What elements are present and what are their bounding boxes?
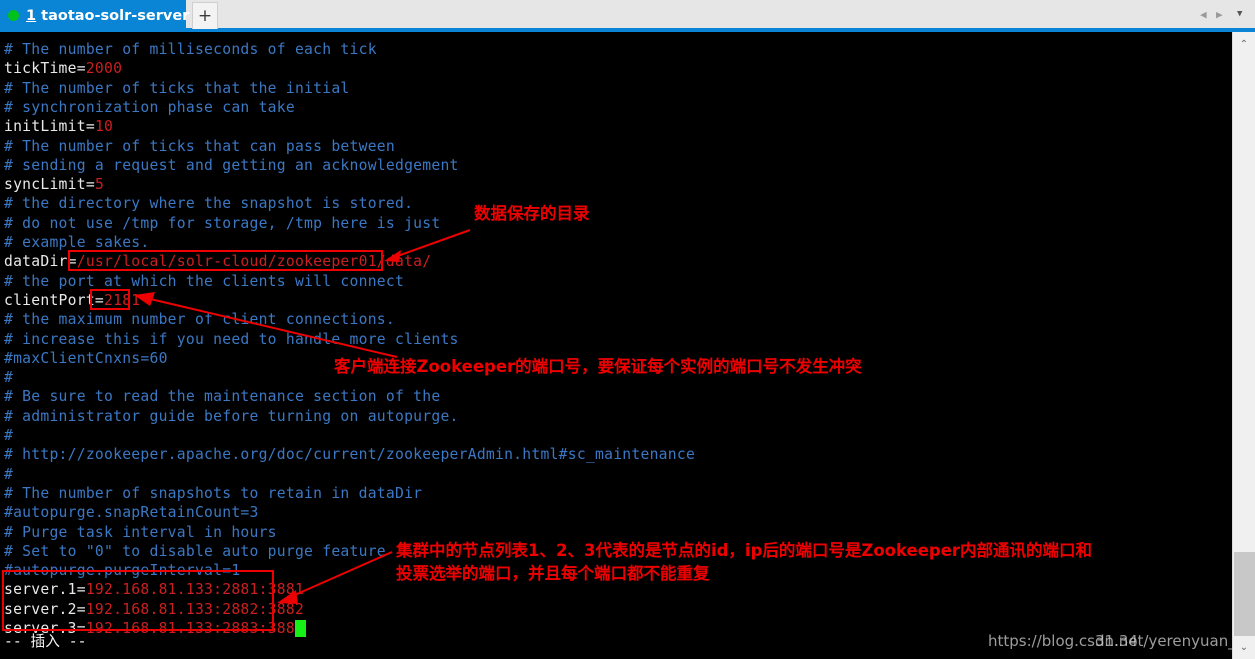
terminal-comment: # The number of ticks that can pass betw…	[4, 137, 395, 155]
terminal-comment: #	[4, 465, 14, 483]
terminal-comment: #	[4, 427, 14, 444]
scroll-up-icon[interactable]: ⌃	[1233, 34, 1255, 54]
terminal-line: # do not use /tmp for storage, /tmp here…	[4, 214, 440, 233]
annotation-servers-line2: 投票选举的端口，并且每个端口都不能重复	[396, 564, 710, 583]
terminal-line: #autopurge.snapRetainCount=3	[4, 503, 259, 522]
terminal-line: # The number of ticks that the initial	[4, 79, 350, 98]
terminal-comment: # the port at which the clients will con…	[4, 272, 405, 290]
scroll-down-icon[interactable]: ⌄	[1233, 637, 1255, 657]
scrollbar-thumb[interactable]	[1234, 552, 1255, 636]
terminal-line: # administrator guide before turning on …	[4, 407, 459, 426]
datadir-highlight-box	[68, 250, 383, 271]
terminal-line: # http://zookeeper.apache.org/doc/curren…	[4, 445, 695, 464]
terminal-line: syncLimit=5	[4, 175, 104, 194]
new-tab-button[interactable]: +	[192, 2, 218, 29]
vim-mode-status: -- 插入 --	[4, 633, 87, 650]
terminal-line: #maxClientCnxns=60	[4, 349, 168, 368]
text-cursor	[295, 620, 307, 637]
terminal-line: # The number of milliseconds of each tic…	[4, 40, 377, 59]
tab-taotao-solr-server[interactable]: 1 taotao-solr-server ×	[0, 0, 208, 31]
terminal-line: # The number of ticks that can pass betw…	[4, 137, 395, 156]
terminal-comment: # sending a request and getting an ackno…	[4, 156, 459, 174]
tab-index: 1	[26, 7, 37, 24]
terminal-comment: # Be sure to read the maintenance sectio…	[4, 388, 441, 406]
tab-title: 1 taotao-solr-server	[26, 8, 189, 24]
terminal-line: # the port at which the clients will con…	[4, 272, 404, 291]
terminal-window: 1 taotao-solr-server × + ◀ ▶ ▼ # The num…	[0, 0, 1255, 659]
terminal-comment: # The number of milliseconds of each tic…	[4, 41, 377, 58]
terminal-comment: #	[4, 369, 14, 387]
terminal-comment: # The number of ticks that the initial	[4, 79, 350, 97]
scroll-tabs-right-icon[interactable]: ▶	[1216, 0, 1223, 28]
terminal-comment: # do not use /tmp for storage, /tmp here…	[4, 214, 441, 232]
terminal-line: # the maximum number of client connectio…	[4, 310, 395, 329]
terminal-line: # increase this if you need to handle mo…	[4, 330, 459, 349]
terminal-comment: # the directory where the snapshot is st…	[4, 195, 414, 213]
terminal-comment: # Purge task interval in hours	[4, 523, 277, 541]
annotation-clientport: 客户端连接Zookeeper的端口号，要保证每个实例的端口号不发生冲突	[334, 357, 862, 376]
terminal-comment: # http://zookeeper.apache.org/doc/curren…	[4, 446, 696, 464]
terminal-line: # Be sure to read the maintenance sectio…	[4, 387, 440, 406]
annotation-servers-line1: 集群中的节点列表1、2、3代表的是节点的id，ip后的端口号是Zookeeper…	[396, 541, 1093, 560]
config-key: tickTime=	[4, 60, 86, 78]
config-value: 10	[94, 118, 114, 136]
annotation-datadir: 数据保存的目录	[474, 204, 590, 223]
tab-bar: 1 taotao-solr-server × + ◀ ▶ ▼	[0, 0, 1255, 32]
terminal-line: #	[4, 368, 13, 387]
vertical-scrollbar[interactable]: ⌃ ⌄	[1232, 32, 1255, 659]
terminal-line: # synchronization phase can take	[4, 98, 295, 117]
terminal-line: #	[4, 426, 13, 445]
chevron-down-icon[interactable]: ▼	[1237, 0, 1242, 28]
terminal-comment: # example sakes.	[4, 234, 150, 251]
config-value: 2000	[85, 60, 123, 78]
terminal-comment: #autopurge.snapRetainCount=3	[4, 504, 259, 522]
config-key: syncLimit=	[4, 176, 95, 194]
terminal-line: # Purge task interval in hours	[4, 523, 277, 542]
terminal-comment: # administrator guide before turning on …	[4, 407, 459, 425]
terminal-line: # sending a request and getting an ackno…	[4, 156, 459, 175]
terminal-line: # The number of snapshots to retain in d…	[4, 484, 422, 503]
config-value: 5	[94, 176, 105, 194]
terminal-comment: # Set to "0" to disable auto purge featu…	[4, 542, 386, 560]
terminal-line: # Set to "0" to disable auto purge featu…	[4, 542, 386, 561]
terminal-line: initLimit=10	[4, 117, 113, 136]
terminal-comment: #maxClientCnxns=60	[4, 349, 168, 367]
tab-status-dot-icon	[8, 10, 19, 21]
tab-name: taotao-solr-server	[41, 7, 190, 24]
terminal-line: # the directory where the snapshot is st…	[4, 194, 413, 213]
config-key: dataDir=	[4, 253, 77, 271]
config-key: initLimit=	[4, 118, 95, 136]
terminal-comment: # the maximum number of client connectio…	[4, 311, 395, 329]
terminal-comment: # synchronization phase can take	[4, 98, 295, 116]
terminal-comment: # increase this if you need to handle mo…	[4, 330, 459, 348]
terminal-comment: # The number of snapshots to retain in d…	[4, 484, 423, 502]
server-list-highlight-box	[2, 570, 274, 631]
watermark-overlap-text: 31.34	[1095, 632, 1138, 650]
terminal-line: #	[4, 465, 13, 484]
terminal-line: tickTime=2000	[4, 59, 122, 78]
clientport-highlight-box	[90, 289, 130, 310]
scroll-tabs-left-icon[interactable]: ◀	[1200, 0, 1207, 28]
